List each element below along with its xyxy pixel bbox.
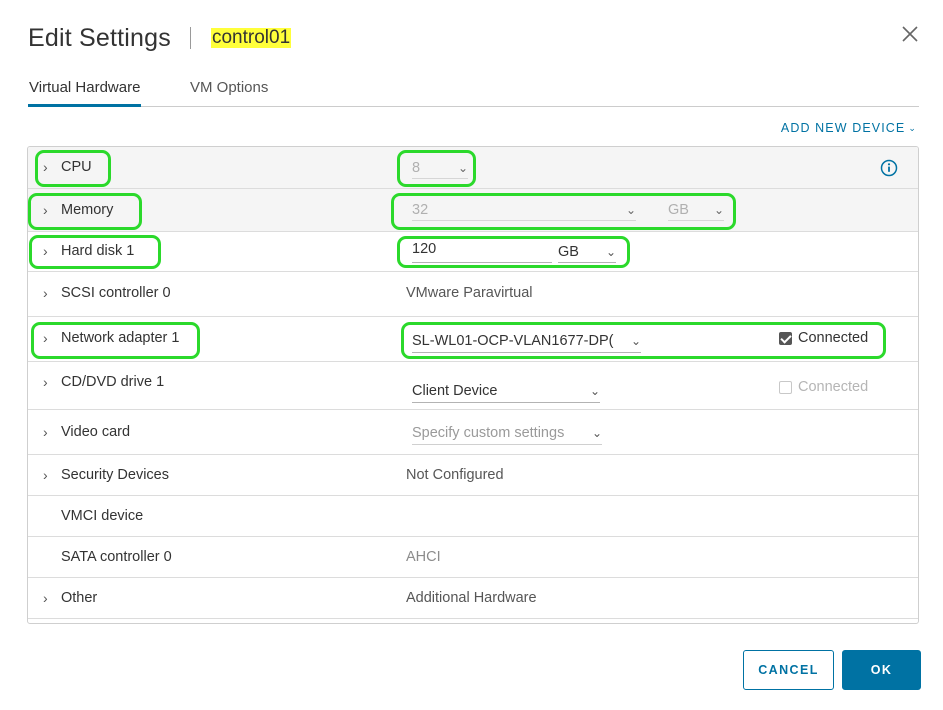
info-icon[interactable] <box>880 159 898 177</box>
chevron-down-icon: ⌄ <box>908 122 917 133</box>
checkbox-checked-icon <box>779 331 792 345</box>
cd-dvd-connected-checkbox[interactable]: Connected <box>779 379 868 395</box>
row-toggle-security-devices[interactable]: › Security Devices <box>43 467 169 483</box>
hardware-table: › CPU 8 ⌄ › Memory 32 ⌄ GB ⌄ › Hard disk… <box>27 146 919 624</box>
memory-value: 32 <box>412 201 429 218</box>
network-value: SL-WL01-OCP-VLAN1677-DP( <box>412 333 614 349</box>
row-toggle-scsi[interactable]: › SCSI controller 0 <box>43 285 171 301</box>
cd-dvd-connected-label: Connected <box>798 379 869 395</box>
row-toggle-video-card[interactable]: › Video card <box>43 424 130 440</box>
close-icon[interactable] <box>899 23 921 45</box>
chevron-right-icon: › <box>43 330 48 346</box>
chevron-down-icon: ⌄ <box>625 202 636 217</box>
hard-disk-unit: GB <box>558 243 579 260</box>
table-row-hard-disk: › Hard disk 1 120 GB ⌄ <box>28 232 918 272</box>
row-label-network-adapter: Network adapter 1 <box>61 330 180 346</box>
chevron-down-icon: ⌄ <box>591 426 602 440</box>
scsi-value: VMware Paravirtual <box>406 285 533 301</box>
row-label-video-card: Video card <box>61 424 131 440</box>
security-devices-value: Not Configured <box>406 467 504 483</box>
table-row-cpu: › CPU 8 ⌄ <box>28 147 918 189</box>
memory-unit: GB <box>668 201 689 218</box>
row-label-cpu: CPU <box>61 159 92 175</box>
chevron-right-icon: › <box>43 202 48 218</box>
row-toggle-cpu[interactable]: › CPU <box>43 159 92 175</box>
title-divider <box>189 27 191 49</box>
row-label-memory: Memory <box>61 202 114 218</box>
dialog-title: Edit Settings <box>28 23 171 52</box>
cd-dvd-select[interactable]: Client Device ⌄ <box>412 380 600 403</box>
table-row-video-card: › Video card Specify custom settings ⌄ <box>28 410 918 455</box>
row-label-vmci: VMCI device <box>61 508 144 524</box>
chevron-right-icon: › <box>43 285 48 301</box>
chevron-right-icon: › <box>43 424 48 440</box>
hard-disk-size-input[interactable]: 120 <box>412 241 552 263</box>
chevron-down-icon: ⌄ <box>630 334 641 348</box>
hard-disk-value: 120 <box>412 241 437 257</box>
table-row-memory: › Memory 32 ⌄ GB ⌄ <box>28 189 918 232</box>
table-row-security-devices: › Security Devices Not Configured <box>28 455 918 496</box>
hard-disk-unit-select[interactable]: GB ⌄ <box>558 241 616 263</box>
memory-unit-select[interactable]: GB ⌄ <box>668 199 724 221</box>
chevron-right-icon: › <box>43 243 48 259</box>
chevron-down-icon: ⌄ <box>605 244 616 259</box>
table-row-other: › Other Additional Hardware <box>28 578 918 619</box>
row-label-sata: SATA controller 0 <box>61 549 172 565</box>
network-connected-checkbox[interactable]: Connected <box>779 330 868 346</box>
row-label-other: Other <box>61 590 98 606</box>
chevron-down-icon: ⌄ <box>713 202 724 217</box>
chevron-down-icon: ⌄ <box>457 160 468 175</box>
cpu-value: 8 <box>412 159 421 176</box>
ok-button[interactable]: OK <box>842 650 921 690</box>
cancel-button[interactable]: CANCEL <box>743 650 834 690</box>
other-value: Additional Hardware <box>406 590 537 606</box>
row-toggle-network-adapter[interactable]: › Network adapter 1 <box>43 330 179 346</box>
row-toggle-other[interactable]: › Other <box>43 590 97 606</box>
vm-name: control01 <box>210 27 292 48</box>
row-label-cd-dvd: CD/DVD drive 1 <box>61 374 165 390</box>
tab-vm-options[interactable]: VM Options <box>190 78 268 107</box>
tab-bar: Virtual Hardware VM Options <box>28 78 919 107</box>
sata-value: AHCI <box>406 549 441 565</box>
table-row-vmci: VMCI device <box>28 496 918 537</box>
table-row-sata: SATA controller 0 AHCI <box>28 537 918 578</box>
add-new-device-label: ADD NEW DEVICE <box>780 121 906 135</box>
row-toggle-memory[interactable]: › Memory <box>43 202 113 218</box>
cpu-select[interactable]: 8 ⌄ <box>412 157 468 179</box>
table-row-scsi: › SCSI controller 0 VMware Paravirtual <box>28 272 918 317</box>
row-toggle-hard-disk[interactable]: › Hard disk 1 <box>43 243 134 259</box>
tab-virtual-hardware[interactable]: Virtual Hardware <box>28 78 142 107</box>
video-card-value: Specify custom settings <box>412 425 565 441</box>
chevron-down-icon: ⌄ <box>589 384 600 398</box>
video-card-select[interactable]: Specify custom settings ⌄ <box>412 422 602 445</box>
chevron-right-icon: › <box>43 467 48 483</box>
dialog-header: Edit Settings control01 <box>28 18 292 58</box>
row-label-hard-disk: Hard disk 1 <box>61 243 135 259</box>
chevron-right-icon: › <box>43 374 48 390</box>
chevron-right-icon: › <box>43 590 48 606</box>
checkbox-unchecked-icon <box>779 380 792 394</box>
chevron-right-icon: › <box>43 159 48 175</box>
memory-size-select[interactable]: 32 ⌄ <box>412 199 636 221</box>
row-toggle-cd-dvd[interactable]: › CD/DVD drive 1 <box>43 374 164 390</box>
row-label-security-devices: Security Devices <box>61 467 169 483</box>
cd-dvd-value: Client Device <box>412 383 498 399</box>
row-label-scsi: SCSI controller 0 <box>61 285 171 301</box>
table-row-cd-dvd: › CD/DVD drive 1 Client Device ⌄ Connect… <box>28 362 918 410</box>
table-row-network-adapter: › Network adapter 1 SL-WL01-OCP-VLAN1677… <box>28 317 918 362</box>
network-select[interactable]: SL-WL01-OCP-VLAN1677-DP( ⌄ <box>412 330 641 353</box>
add-new-device-button[interactable]: ADD NEW DEVICE ⌄ <box>781 121 917 135</box>
network-connected-label: Connected <box>798 330 869 346</box>
